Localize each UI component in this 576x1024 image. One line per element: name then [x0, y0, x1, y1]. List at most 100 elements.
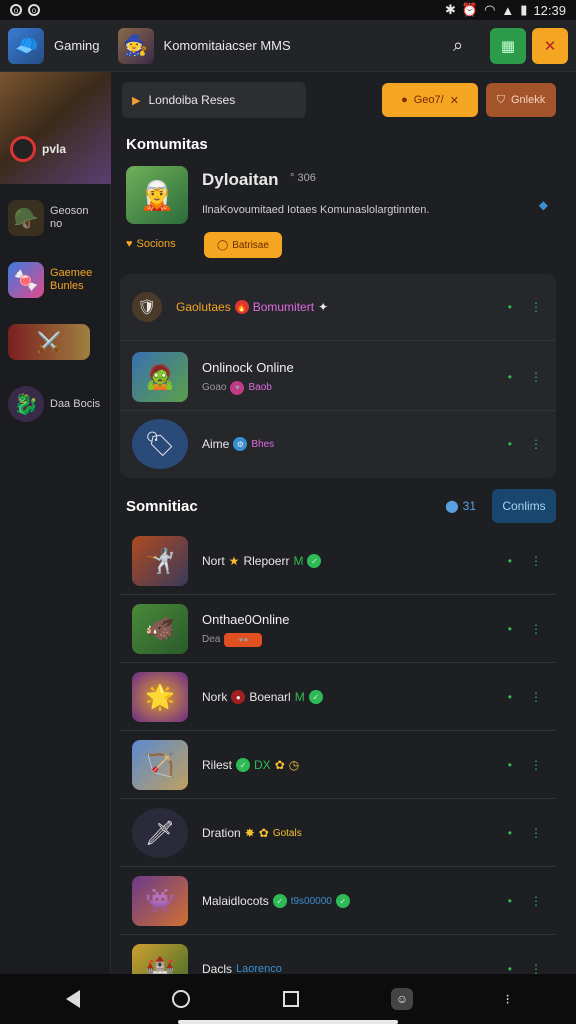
list-item[interactable]: 🏹 Rilest ✓ DX ✿ ◷ • ⋮: [120, 732, 556, 798]
more-icon[interactable]: ⋮: [530, 554, 542, 568]
dot-icon[interactable]: •: [508, 622, 512, 636]
community-avatar[interactable]: 🧙: [117, 27, 154, 64]
row-name: Nort: [202, 554, 225, 568]
banner-label: pvla: [42, 142, 67, 156]
more-icon[interactable]: ⋮: [530, 758, 542, 772]
row-tags: Nork ● Boenarl M ✓: [202, 690, 508, 704]
divider: [120, 866, 556, 867]
list-item[interactable]: 🏷 Aime ⚙ Bhes • ⋮: [120, 416, 556, 472]
dot-icon[interactable]: •: [508, 554, 512, 568]
dot-icon[interactable]: •: [508, 962, 512, 974]
sidebar-item[interactable]: ⚔️: [0, 314, 110, 370]
row-name: Gaolutaes: [176, 300, 231, 314]
columns-button[interactable]: Conlims: [492, 489, 556, 523]
gesture-bar[interactable]: [178, 1020, 398, 1024]
dot-icon[interactable]: •: [508, 690, 512, 704]
row-actions: • ⋮: [508, 894, 542, 908]
row-name: Rilest: [202, 758, 233, 772]
more-icon[interactable]: ⋮: [530, 690, 542, 704]
row-sub-label: Dea: [202, 634, 221, 645]
main-panel: ▶ Londoiba Reses ● Geo7/ ✕ ⛉ Gnlekk Komu…: [112, 72, 576, 974]
row-sub: Dea ●●: [202, 632, 508, 647]
app-icon[interactable]: ☺: [391, 988, 414, 1010]
sidebar-item[interactable]: 🐉 Daa Bocis: [0, 376, 110, 432]
dot-icon[interactable]: •: [508, 437, 512, 451]
more-icon[interactable]: ⋮: [530, 826, 542, 840]
more-icon[interactable]: ⋮: [530, 894, 542, 908]
row-name: Dacls: [202, 962, 233, 974]
home-icon[interactable]: [172, 990, 191, 1008]
alarm-icon: ⏰: [461, 2, 479, 17]
back-icon[interactable]: [66, 990, 81, 1008]
close-button[interactable]: ✕: [532, 27, 568, 64]
arrow-right-icon[interactable]: ◆: [539, 198, 548, 212]
row-tags: Malaidlocots ✓ t9s00000 ✓: [202, 894, 508, 908]
list-item[interactable]: 🛡 Gaolutaes 🔥 Bomumitert ✦ • ⋮: [120, 284, 556, 330]
game-icon: 🌟: [132, 672, 188, 722]
yellow-action-label: Geo7/: [413, 94, 444, 106]
featured-community[interactable]: 🧝 Dyloaitan ° 306 IlnaKovoumitaed Iotaes…: [126, 166, 552, 262]
more-icon[interactable]: ⁝: [505, 991, 509, 1008]
yellow-action-button[interactable]: ● Geo7/ ✕: [382, 83, 478, 117]
check-icon: ✓: [307, 554, 322, 568]
list-item[interactable]: 🐗 Onthae0Online Dea ●● • ⋮: [120, 596, 556, 662]
more-icon[interactable]: ⋮: [530, 300, 542, 314]
game-icon: 🐗: [132, 604, 188, 654]
location-icon: ⬤: [445, 499, 459, 513]
brown-action-button[interactable]: ⛉ Gnlekk: [486, 83, 556, 117]
sidebar-item[interactable]: 🪖 Geoson no: [0, 190, 110, 246]
heart-icon: ♥: [230, 380, 245, 395]
battery-icon: ▮: [520, 2, 528, 17]
sidebar-item-label: Gaemee Bunles: [50, 267, 93, 292]
game-icon: 🗡: [132, 808, 188, 858]
more-icon[interactable]: ⋮: [530, 622, 542, 636]
dot-icon[interactable]: •: [508, 370, 512, 384]
search-pill[interactable]: ▶ Londoiba Reses: [122, 82, 306, 118]
row-sub: Goao ♥ Baob: [202, 380, 508, 395]
divider: [120, 410, 556, 411]
row-tag: Bomumitert: [252, 300, 315, 314]
recents-icon[interactable]: [282, 991, 299, 1007]
list-item[interactable]: 🏰 Dacls Laorenco • ⋮: [120, 936, 556, 974]
list-item[interactable]: 🌟 Nork ● Boenarl M ✓ • ⋮: [120, 664, 556, 730]
more-icon[interactable]: ⋮: [530, 962, 542, 974]
more-icon[interactable]: ⋮: [530, 370, 542, 384]
check-icon: ✓: [272, 894, 287, 908]
sidebar-banner[interactable]: pvla: [0, 72, 111, 184]
dot-icon[interactable]: •: [508, 826, 512, 840]
notification-icon: o: [28, 4, 40, 16]
row-name: Aime: [202, 437, 230, 451]
list-item[interactable]: 🗡 Dration ✸ ✿ Gotals • ⋮: [120, 800, 556, 866]
list-item[interactable]: 👾 Malaidlocots ✓ t9s00000 ✓ • ⋮: [120, 868, 556, 934]
featured-link[interactable]: ♥ Socions: [126, 238, 176, 250]
game-icon: 🏷: [132, 419, 188, 469]
row-actions: • ⋮: [508, 826, 542, 840]
community-card: 🛡 Gaolutaes 🔥 Bomumitert ✦ • ⋮ 🧟 Onlinoc…: [120, 274, 556, 478]
star-icon: ★: [228, 554, 240, 568]
list-item[interactable]: 🧟 Onlinock Online Goao ♥ Baob • ⋮: [120, 346, 556, 408]
more-icon[interactable]: ⋮: [530, 437, 542, 451]
row-actions: • ⋮: [508, 300, 542, 314]
featured-button[interactable]: ◯ Batrisae: [204, 232, 282, 258]
sidebar-item[interactable]: 🍬 Gaemee Bunles: [0, 252, 110, 308]
ring-icon: [10, 136, 36, 162]
dragon-icon: 🐉: [8, 386, 44, 422]
dot-icon[interactable]: •: [508, 894, 512, 908]
row-name: Dration: [202, 826, 241, 840]
list-item[interactable]: 🤺 Nort ★ Rlepoerr M ✓ • ⋮: [120, 528, 556, 594]
featured-meta-value: 306: [297, 172, 316, 184]
member-count: ⬤ 31: [445, 499, 476, 513]
grid-button[interactable]: ▦: [490, 27, 526, 64]
user-avatar[interactable]: 🧢: [8, 27, 44, 64]
dot-icon[interactable]: •: [508, 758, 512, 772]
search-pill-label: Londoiba Reses: [148, 93, 236, 107]
row-tag: t9s00000: [290, 895, 332, 907]
dot-icon[interactable]: •: [508, 300, 512, 314]
row-actions: • ⋮: [508, 690, 542, 704]
divider: [120, 594, 556, 595]
system-nav-bar: ☺ ⁝: [0, 974, 576, 1024]
search-icon[interactable]: ⌕: [442, 30, 474, 62]
status-bar: o o ✱ ⏰ ◠ ▲ ▮ 12:39: [0, 0, 576, 20]
row-extra: M: [293, 554, 304, 568]
fire-icon: 🔥: [234, 300, 249, 314]
